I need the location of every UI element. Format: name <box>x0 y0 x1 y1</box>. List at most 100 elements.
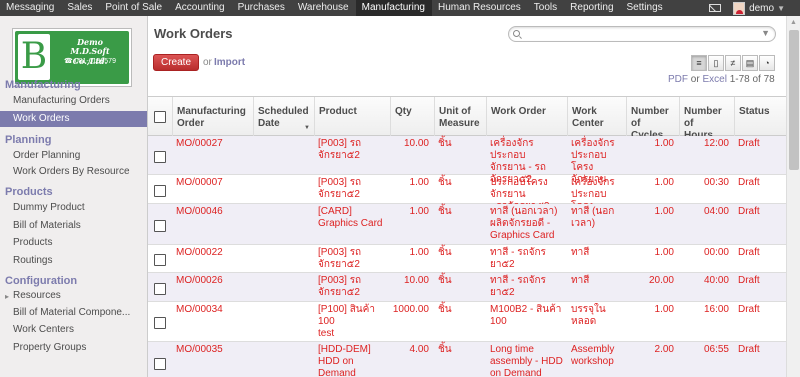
top-menu-item-manufacturing[interactable]: Manufacturing <box>355 0 432 16</box>
pager-count[interactable]: 1-78 of 78 <box>730 74 775 85</box>
table-row[interactable]: MO/00034 [P100] สินค้า 100 test 1000.00 ชิ้น… <box>148 302 788 342</box>
top-menu-item-accounting[interactable]: Accounting <box>169 0 231 16</box>
cell-wc: ทาสี <box>567 275 626 287</box>
cell-product: [P003] รถ จักรยา๕2 <box>314 275 390 299</box>
cell-line: on Demand <box>490 368 542 377</box>
column-header-6[interactable]: Work Order <box>486 97 567 137</box>
create-button[interactable]: Create <box>153 54 199 71</box>
top-menu-item-warehouse[interactable]: Warehouse <box>292 0 356 16</box>
sidebar-item-bill-of-materials[interactable]: Bill of Materials <box>13 220 81 231</box>
cell-cycles: 1.00 <box>654 177 674 188</box>
cell-line: [P003] รถ <box>318 275 362 286</box>
gantt-view-icon[interactable]: ≠ <box>725 55 741 71</box>
sidebar-item-products[interactable]: Products <box>13 237 52 248</box>
form-view-icon[interactable]: ▯ <box>708 55 724 71</box>
cell-line: จักรยา๕2 <box>318 287 360 298</box>
sidebar-item-resources[interactable]: Resources <box>13 290 61 301</box>
top-menu-item-point-of-sale[interactable]: Point of Sale <box>99 0 169 16</box>
cell-wo: Long time assembly - HDD on Demand <box>486 344 567 377</box>
excel-link[interactable]: Excel <box>702 74 726 85</box>
cell-uom: ชิ้น <box>438 304 452 315</box>
sidebar-item-order-planning[interactable]: Order Planning <box>13 150 80 161</box>
cell-status: Draft <box>738 275 760 286</box>
row-checkbox[interactable] <box>154 151 166 163</box>
cell-line: [P100] สินค้า 100 <box>318 304 375 327</box>
table-row[interactable]: MO/00027 [P003] รถ จักรยา๕2 10.00 ชิ้น เครื่อ… <box>148 136 788 185</box>
search-options-icon[interactable]: ▼ <box>761 28 770 38</box>
top-menu-item-purchases[interactable]: Purchases <box>232 0 292 16</box>
cell-line: [CARD] <box>318 206 352 217</box>
table-row[interactable]: MO/00007 [P003] รถ จักรยา๕2 1.00 ชิ้น ประกอบโ… <box>148 175 788 212</box>
column-header-line: Manufacturing <box>177 106 246 117</box>
select-all-checkbox[interactable] <box>154 111 166 123</box>
row-checkbox[interactable] <box>154 317 166 329</box>
cell-line: ประกอบโครง <box>571 150 607 173</box>
cell-hours: 04:00 <box>703 206 729 217</box>
top-menu-item-messaging[interactable]: Messaging <box>0 0 61 16</box>
column-header-4[interactable]: Qty <box>390 97 434 137</box>
cell-line: [HDD-DEM] <box>318 344 371 355</box>
column-header-10[interactable]: Status <box>734 97 788 137</box>
table-row[interactable]: MO/00026 [P003] รถ จักรยา๕2 10.00 ชิ้น ทาสี -… <box>148 273 788 302</box>
sidebar-item-work-orders-by-resource[interactable]: Work Orders By Resource <box>13 166 130 177</box>
row-checkbox[interactable] <box>154 254 166 266</box>
column-header-8[interactable]: NumberofCycles <box>626 97 679 141</box>
column-header-9[interactable]: NumberofHours <box>679 97 734 141</box>
list-view-icon[interactable]: ≡ <box>691 55 707 71</box>
pdf-link[interactable]: PDF <box>668 74 688 85</box>
cell-uom: ชิ้น <box>438 138 452 149</box>
chevron-down-icon[interactable]: ▼ <box>777 4 785 13</box>
sidebar-item-dummy-product[interactable]: Dummy Product <box>13 202 85 213</box>
table-row[interactable]: MO/00022 [P003] รถ จักรยา๕2 1.00 ชิ้น ทาสี - … <box>148 245 788 273</box>
row-checkbox[interactable] <box>154 283 166 295</box>
cell-wc: ทาสี <box>567 247 626 259</box>
cell-qty: 1.00 <box>409 247 429 258</box>
scroll-thumb[interactable] <box>789 30 799 170</box>
graph-view-icon[interactable]: ◔ <box>759 55 775 71</box>
import-link[interactable]: Import <box>214 57 245 68</box>
sidebar-section-configuration: Configuration <box>5 275 78 287</box>
search-input[interactable]: ▼ <box>508 26 776 42</box>
column-header-7[interactable]: Work Center <box>567 97 626 137</box>
user-name[interactable]: demo <box>749 3 774 14</box>
sidebar-item-manufacturing-orders[interactable]: Manufacturing Orders <box>13 95 110 106</box>
sort-caret-icon[interactable]: ▼ <box>304 122 310 134</box>
column-header-5[interactable]: Unit of Measure <box>434 97 486 137</box>
sidebar-item-work-centers[interactable]: Work Centers <box>13 324 74 335</box>
cell-hours: 00:00 <box>703 247 729 258</box>
table-row[interactable]: MO/00035 [HDD-DEM] HDD on Demand 4.00 ชิ้น Lon… <box>148 342 788 377</box>
top-menu-item-tools[interactable]: Tools <box>528 0 564 16</box>
row-checkbox[interactable] <box>154 358 166 370</box>
top-menu-item-reporting[interactable]: Reporting <box>564 0 620 16</box>
cell-cycles: 2.00 <box>654 344 674 355</box>
calendar-view-icon[interactable]: ▤ <box>742 55 758 71</box>
cell-wc: ทาสี (นอก เวลา) <box>567 206 626 230</box>
row-checkbox[interactable] <box>154 220 166 232</box>
top-menu: Messaging Sales Point of Sale Accounting Pur… <box>0 0 670 16</box>
top-menu-item-sales[interactable]: Sales <box>61 0 99 16</box>
column-header-line: of <box>631 118 641 129</box>
cell-line: 100 <box>490 316 507 327</box>
mail-icon[interactable] <box>709 4 722 12</box>
top-menu-item-settings[interactable]: Settings <box>621 0 670 16</box>
cell-uom: ชิ้น <box>438 344 452 355</box>
top-menu-item-human-resources[interactable]: Human Resources <box>432 0 528 16</box>
cell-line: test <box>318 328 335 339</box>
column-header-2[interactable]: Scheduled Date ▼ <box>253 97 314 137</box>
cell-line: ทาสี (นอกเวลา) <box>490 206 558 217</box>
cell-product: [HDD-DEM] HDD on Demand <box>314 344 390 377</box>
column-header-1[interactable]: Manufacturing Order <box>172 97 253 137</box>
sidebar-item-bom-components[interactable]: Bill of Material Compone... <box>13 307 130 318</box>
sidebar-item-property-groups[interactable]: Property Groups <box>13 342 86 353</box>
column-header-3[interactable]: Product <box>314 97 390 137</box>
scroll-up-icon[interactable]: ▲ <box>790 19 797 26</box>
sidebar-item-work-orders[interactable]: Work Orders <box>0 111 147 127</box>
table-row[interactable]: MO/00046 [CARD] Graphics Card 1.00 ชิ้น ทาสี … <box>148 204 788 245</box>
expand-bullet-icon[interactable]: ▸ <box>5 292 9 301</box>
cell-status: Draft <box>738 344 760 355</box>
cell-uom: ชิ้น <box>438 275 452 286</box>
sidebar-item-routings[interactable]: Routings <box>13 255 52 266</box>
row-checkbox[interactable] <box>154 185 166 197</box>
scrollbar[interactable]: ▲ <box>786 16 800 377</box>
avatar[interactable] <box>733 1 746 15</box>
